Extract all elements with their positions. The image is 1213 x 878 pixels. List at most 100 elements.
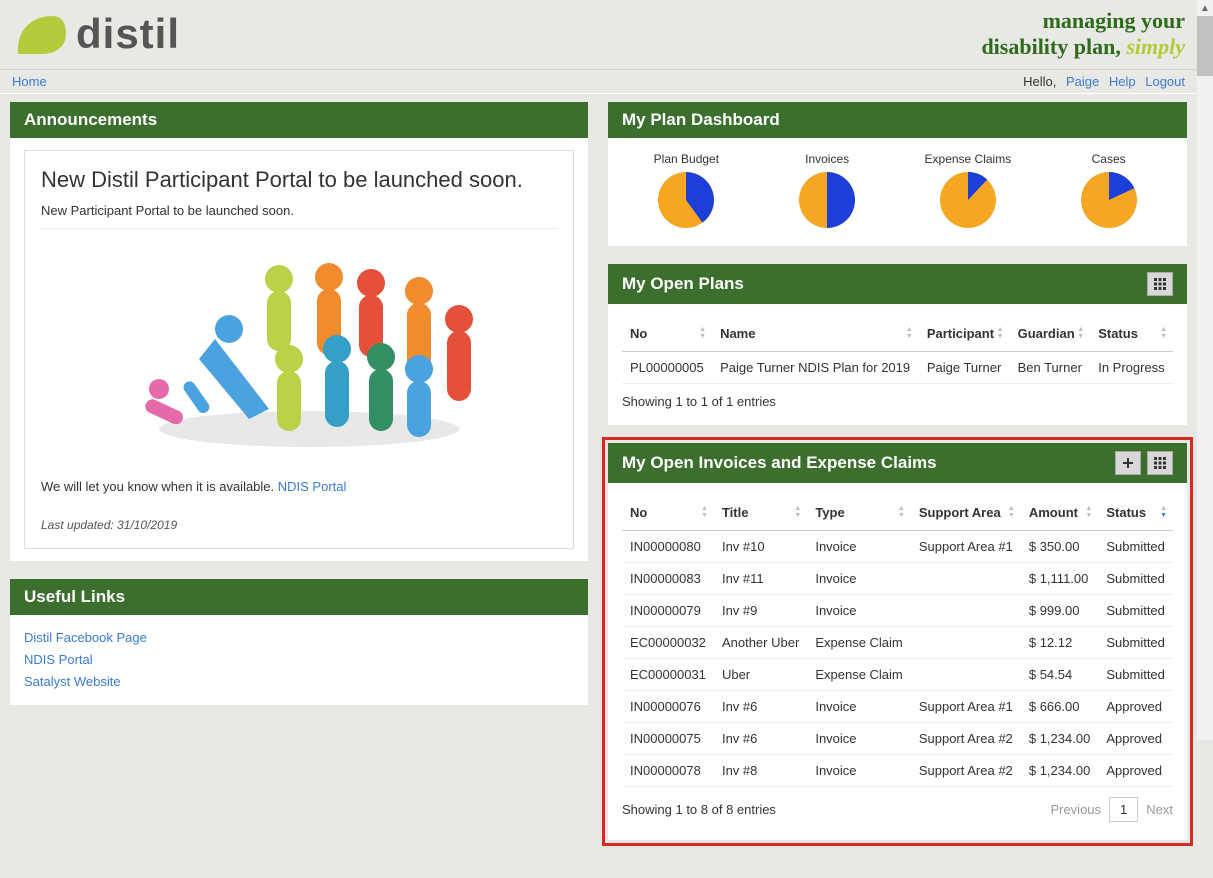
open-invoices-table: No▲▼Title▲▼Type▲▼Support Area▲▼Amount▲▼S…: [622, 495, 1173, 787]
cell-no: IN00000079: [622, 594, 714, 626]
nav-logout[interactable]: Logout: [1145, 74, 1185, 89]
dashboard-pie-label: Cases: [1038, 152, 1179, 166]
table-row[interactable]: EC00000032Another UberExpense Claim$ 12.…: [622, 626, 1173, 658]
cell-support: Support Area #2: [911, 722, 1021, 754]
table-row[interactable]: IN00000078Inv #8InvoiceSupport Area #2$ …: [622, 754, 1173, 786]
useful-link[interactable]: NDIS Portal: [24, 652, 93, 667]
inv-col-amount[interactable]: Amount▲▼: [1021, 495, 1099, 531]
cell-title: Uber: [714, 658, 807, 690]
inv-col-status[interactable]: Status▲▼: [1098, 495, 1173, 531]
table-row[interactable]: IN00000076Inv #6InvoiceSupport Area #1$ …: [622, 690, 1173, 722]
cell-amount: $ 1,234.00: [1021, 722, 1099, 754]
plan-dashboard-panel: My Plan Dashboard Plan BudgetInvoicesExp…: [608, 102, 1187, 246]
announcement-footer-link[interactable]: NDIS Portal: [278, 479, 347, 494]
pager-next[interactable]: Next: [1146, 802, 1173, 817]
pie-chart-icon: [799, 172, 855, 228]
pie-chart-icon: [658, 172, 714, 228]
announcement-title: New Distil Participant Portal to be laun…: [41, 167, 557, 193]
grid-view-icon[interactable]: [1147, 451, 1173, 475]
scroll-up-icon[interactable]: ▲: [1197, 0, 1213, 16]
scrollbar-thumb[interactable]: [1197, 16, 1213, 76]
cell-support: Support Area #2: [911, 754, 1021, 786]
announcement-subtitle: New Participant Portal to be launched so…: [41, 203, 557, 229]
dashboard-pie-invoices[interactable]: Invoices: [757, 152, 898, 228]
useful-links-header: Useful Links: [10, 579, 588, 615]
plan-dashboard-header: My Plan Dashboard: [608, 102, 1187, 138]
useful-link[interactable]: Distil Facebook Page: [24, 630, 147, 645]
table-row[interactable]: PL00000005Paige Turner NDIS Plan for 201…: [622, 351, 1173, 383]
inv-col-type[interactable]: Type▲▼: [807, 495, 911, 531]
cell-title: Inv #9: [714, 594, 807, 626]
announcement-updated: Last updated: 31/10/2019: [41, 518, 557, 532]
logo-icon: [12, 10, 68, 58]
cell-support: [911, 562, 1021, 594]
open-plans-panel: My Open Plans No▲▼Name▲▼Participant▲▼Gua…: [608, 264, 1187, 425]
cell-no: EC00000031: [622, 658, 714, 690]
useful-links-panel: Useful Links Distil Facebook Page NDIS P…: [10, 579, 588, 705]
cell-support: Support Area #1: [911, 530, 1021, 562]
table-row[interactable]: IN00000080Inv #10InvoiceSupport Area #1$…: [622, 530, 1173, 562]
nav-user-link[interactable]: Paige: [1066, 74, 1099, 89]
cell-status: Approved: [1098, 722, 1173, 754]
cell-no: IN00000080: [622, 530, 714, 562]
plans-col-name[interactable]: Name▲▼: [712, 316, 919, 352]
inv-col-support-area[interactable]: Support Area▲▼: [911, 495, 1021, 531]
nav-help[interactable]: Help: [1109, 74, 1136, 89]
cell-amount: $ 999.00: [1021, 594, 1099, 626]
announcements-header: Announcements: [10, 102, 588, 138]
dashboard-pie-label: Expense Claims: [898, 152, 1039, 166]
announcement-card: New Distil Participant Portal to be laun…: [24, 150, 574, 549]
cell-amount: $ 1,234.00: [1021, 754, 1099, 786]
cell-no: IN00000076: [622, 690, 714, 722]
cell-no: IN00000078: [622, 754, 714, 786]
inv-col-title[interactable]: Title▲▼: [714, 495, 807, 531]
dashboard-pie-label: Invoices: [757, 152, 898, 166]
plans-col-participant[interactable]: Participant▲▼: [919, 316, 1010, 352]
cell-status: Submitted: [1098, 562, 1173, 594]
add-icon[interactable]: [1115, 451, 1141, 475]
dashboard-pie-plan-budget[interactable]: Plan Budget: [616, 152, 757, 228]
scrollbar[interactable]: ▲: [1197, 0, 1213, 740]
brand-logo[interactable]: distil: [12, 10, 180, 58]
grid-view-icon[interactable]: [1147, 272, 1173, 296]
dashboard-pie-cases[interactable]: Cases: [1038, 152, 1179, 228]
cell-amount: $ 350.00: [1021, 530, 1099, 562]
inv-col-no[interactable]: No▲▼: [622, 495, 714, 531]
open-plans-footer: Showing 1 to 1 of 1 entries: [622, 394, 776, 409]
cell-title: Inv #11: [714, 562, 807, 594]
plans-col-no[interactable]: No▲▼: [622, 316, 712, 352]
plans-col-status[interactable]: Status▲▼: [1090, 316, 1173, 352]
useful-link[interactable]: Satalyst Website: [24, 674, 121, 689]
dashboard-pie-expense-claims[interactable]: Expense Claims: [898, 152, 1039, 228]
pager-prev[interactable]: Previous: [1050, 802, 1101, 817]
greeting-text: Hello,: [1023, 74, 1060, 89]
cell-support: [911, 658, 1021, 690]
table-row[interactable]: EC00000031UberExpense Claim$ 54.54Submit…: [622, 658, 1173, 690]
open-invoices-footer: Showing 1 to 8 of 8 entries: [622, 802, 776, 817]
table-row[interactable]: IN00000075Inv #6InvoiceSupport Area #2$ …: [622, 722, 1173, 754]
table-row[interactable]: IN00000079Inv #9Invoice$ 999.00Submitted: [622, 594, 1173, 626]
navbar: Home Hello, Paige Help Logout: [0, 70, 1197, 94]
cell-name: Paige Turner NDIS Plan for 2019: [712, 351, 919, 383]
announcement-footer: We will let you know when it is availabl…: [41, 479, 557, 494]
dashboard-pie-label: Plan Budget: [616, 152, 757, 166]
nav-home[interactable]: Home: [12, 74, 47, 89]
cell-support: [911, 594, 1021, 626]
cell-guardian: Ben Turner: [1010, 351, 1091, 383]
cell-no: IN00000075: [622, 722, 714, 754]
cell-title: Another Uber: [714, 626, 807, 658]
brand-tagline: managing your disability plan, simply: [981, 8, 1185, 61]
brand-name: distil: [76, 10, 180, 58]
pager-page-1[interactable]: 1: [1109, 797, 1138, 822]
cell-type: Invoice: [807, 722, 911, 754]
cell-status: In Progress: [1090, 351, 1173, 383]
cell-type: Invoice: [807, 594, 911, 626]
announcement-illustration: [119, 239, 479, 449]
cell-type: Expense Claim: [807, 626, 911, 658]
useful-links-list: Distil Facebook Page NDIS Portal Satalys…: [24, 627, 574, 693]
cell-no: PL00000005: [622, 351, 712, 383]
table-row[interactable]: IN00000083Inv #11Invoice$ 1,111.00Submit…: [622, 562, 1173, 594]
plans-col-guardian[interactable]: Guardian▲▼: [1010, 316, 1091, 352]
cell-type: Invoice: [807, 754, 911, 786]
cell-support: Support Area #1: [911, 690, 1021, 722]
